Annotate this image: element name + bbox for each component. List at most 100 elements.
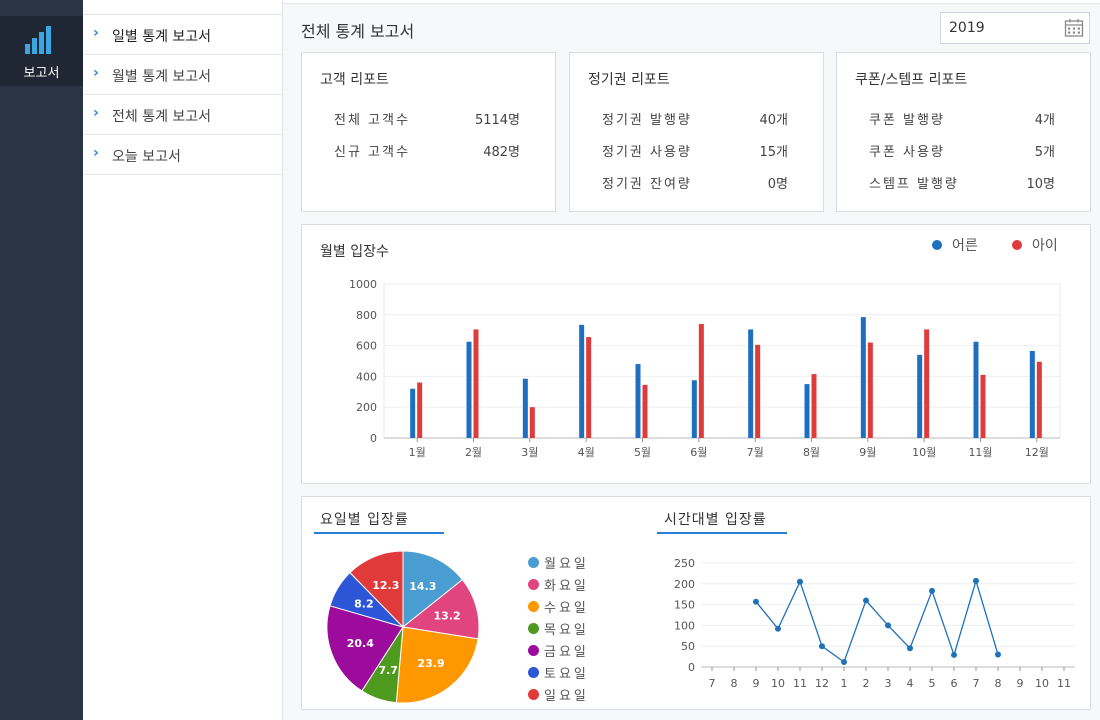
data-point [995,651,1001,658]
left-rail: 보고서 [0,0,83,720]
row-label: 전체 고객수 [334,113,410,128]
x-tick-label: 9 [753,677,760,690]
card-title: 쿠폰/스템프 리포트 [855,72,968,88]
x-tick-label: 7월 [747,446,764,459]
data-point [819,643,825,650]
data-point [797,578,803,585]
data-point [951,651,957,658]
monthly-entry-chart-card: 월별 입장수 어른 아이 0 200 400 600 800 1000 1월 2월 3월 4월 5월… [301,224,1091,484]
pie-data-label: 23.9 [417,657,444,670]
y-tick-label: 50 [681,640,695,653]
submenu-item-today[interactable]: › 오늘 보고서 [83,135,283,175]
row-label: 정기권 발행량 [602,113,692,128]
submenu-item-total[interactable]: › 전체 통계 보고서 [83,95,283,135]
submenu-item-label: 오늘 보고서 [112,149,181,165]
y-tick-label: 1000 [349,278,377,291]
y-tick-label: 200 [674,578,695,591]
legend-label: 월요일 [544,557,589,572]
y-tick-label: 250 [674,557,695,570]
bar-child [529,407,535,438]
bar-child [1036,361,1042,438]
bar-adult [635,364,641,438]
bar-child [698,324,704,438]
bar-child [473,329,479,438]
hourly-line-chart: 0501001502002507 8 9 10 11 12 1 2 3 4 5 6 7 8 9 10 11 [674,557,1075,690]
x-tick-label: 11 [793,677,807,690]
pie-data-label: 8.2 [354,598,374,611]
row-value: 5114명 [474,113,520,128]
plot-area [383,283,1061,439]
bar-child [642,384,648,438]
coupon-stamp-report-card: 쿠폰/스템프 리포트 쿠폰 발행량 4개 쿠폰 사용량 5개 스템프 발행량 1… [836,52,1091,212]
data-point [753,598,759,605]
chevron-right-icon: › [93,65,99,81]
x-tick-label: 12 [815,677,829,690]
row-value: 40개 [759,113,788,128]
x-tick-label: 6 [951,677,958,690]
data-point [775,625,781,632]
y-tick-label: 0 [688,661,695,674]
legend-swatch [528,689,539,700]
legend-swatch [528,601,539,612]
x-tick-label: 8월 [803,446,820,459]
customer-report-card: 고객 리포트 전체 고객수 5114명 신규 고객수 482명 [301,52,556,212]
x-tick-label: 5 [929,677,936,690]
bar-adult [579,324,585,438]
year-picker[interactable]: 2019 [940,12,1090,44]
y-tick-label: 200 [356,401,377,414]
pie-data-label: 12.3 [372,579,399,592]
y-tick-label: 100 [674,619,695,632]
bar-adult [804,384,810,438]
y-tick-label: 400 [356,370,377,383]
submenu-item-daily[interactable]: › 일별 통계 보고서 [83,15,283,55]
rail-item-label: 보고서 [23,66,60,81]
x-tick-label: 8 [731,677,738,690]
y-tick-label: 0 [370,432,377,445]
x-tick-label: 10 [1035,677,1049,690]
main-content: 전체 통계 보고서 2019 고객 리포트 전체 고객수 5114명 신규 고객… [283,0,1100,720]
rate-charts-card: 요일별 입장률 시간대별 입장률 14.3 13.2 23.9 7.7 20.4 8.2 1… [301,496,1091,710]
bar-adult [410,388,416,438]
x-tick-label: 4월 [578,446,595,459]
x-tick-label: 10월 [912,446,936,459]
pie-data-label: 20.4 [347,637,374,650]
series-line [755,578,999,664]
x-tick-label: 10 [771,677,785,690]
row-value: 15개 [759,145,788,160]
season-ticket-report-card: 정기권 리포트 정기권 발행량 40개 정기권 사용량 15개 정기권 잔여량 … [569,52,824,212]
x-tick-label: 11 [1057,677,1071,690]
bar-adult [466,341,472,438]
row-label: 정기권 사용량 [602,145,692,160]
x-tick-label: 6월 [690,446,707,459]
pie-data-label: 7.7 [378,664,398,677]
legend-label: 화요일 [544,579,589,594]
legend-label: 일요일 [544,689,589,704]
calendar-icon[interactable] [1064,18,1084,38]
pie-data-label: 14.3 [409,580,436,593]
x-tick-label: 2 [863,677,870,690]
x-tick-label: 9월 [859,446,876,459]
report-submenu: › 일별 통계 보고서 › 월별 통계 보고서 › 전체 통계 보고서 › 오늘… [83,0,283,720]
card-title: 정기권 리포트 [588,72,670,88]
y-tick-label: 150 [674,599,695,612]
rail-item-report[interactable]: 보고서 [0,16,83,86]
bar-adult [748,329,754,438]
legend-swatch [528,557,539,568]
x-tick-label: 7 [709,677,716,690]
x-tick-label: 3 [885,677,892,690]
data-point [907,645,913,652]
year-value: 2019 [949,20,985,36]
bar-child [980,374,986,438]
bar-child [417,382,423,438]
legend-swatch [528,579,539,590]
bar-adult [917,354,923,438]
pie-data-label: 13.2 [434,609,461,622]
submenu-item-label: 월별 통계 보고서 [112,69,212,85]
bar-adult [1029,350,1035,438]
chevron-right-icon: › [93,25,99,41]
row-label: 스템프 발행량 [869,177,959,192]
submenu-item-monthly[interactable]: › 월별 통계 보고서 [83,55,283,95]
row-value: 5개 [1034,145,1055,160]
weekday-section-title: 요일별 입장률 [320,512,409,528]
legend-swatch [528,667,539,678]
